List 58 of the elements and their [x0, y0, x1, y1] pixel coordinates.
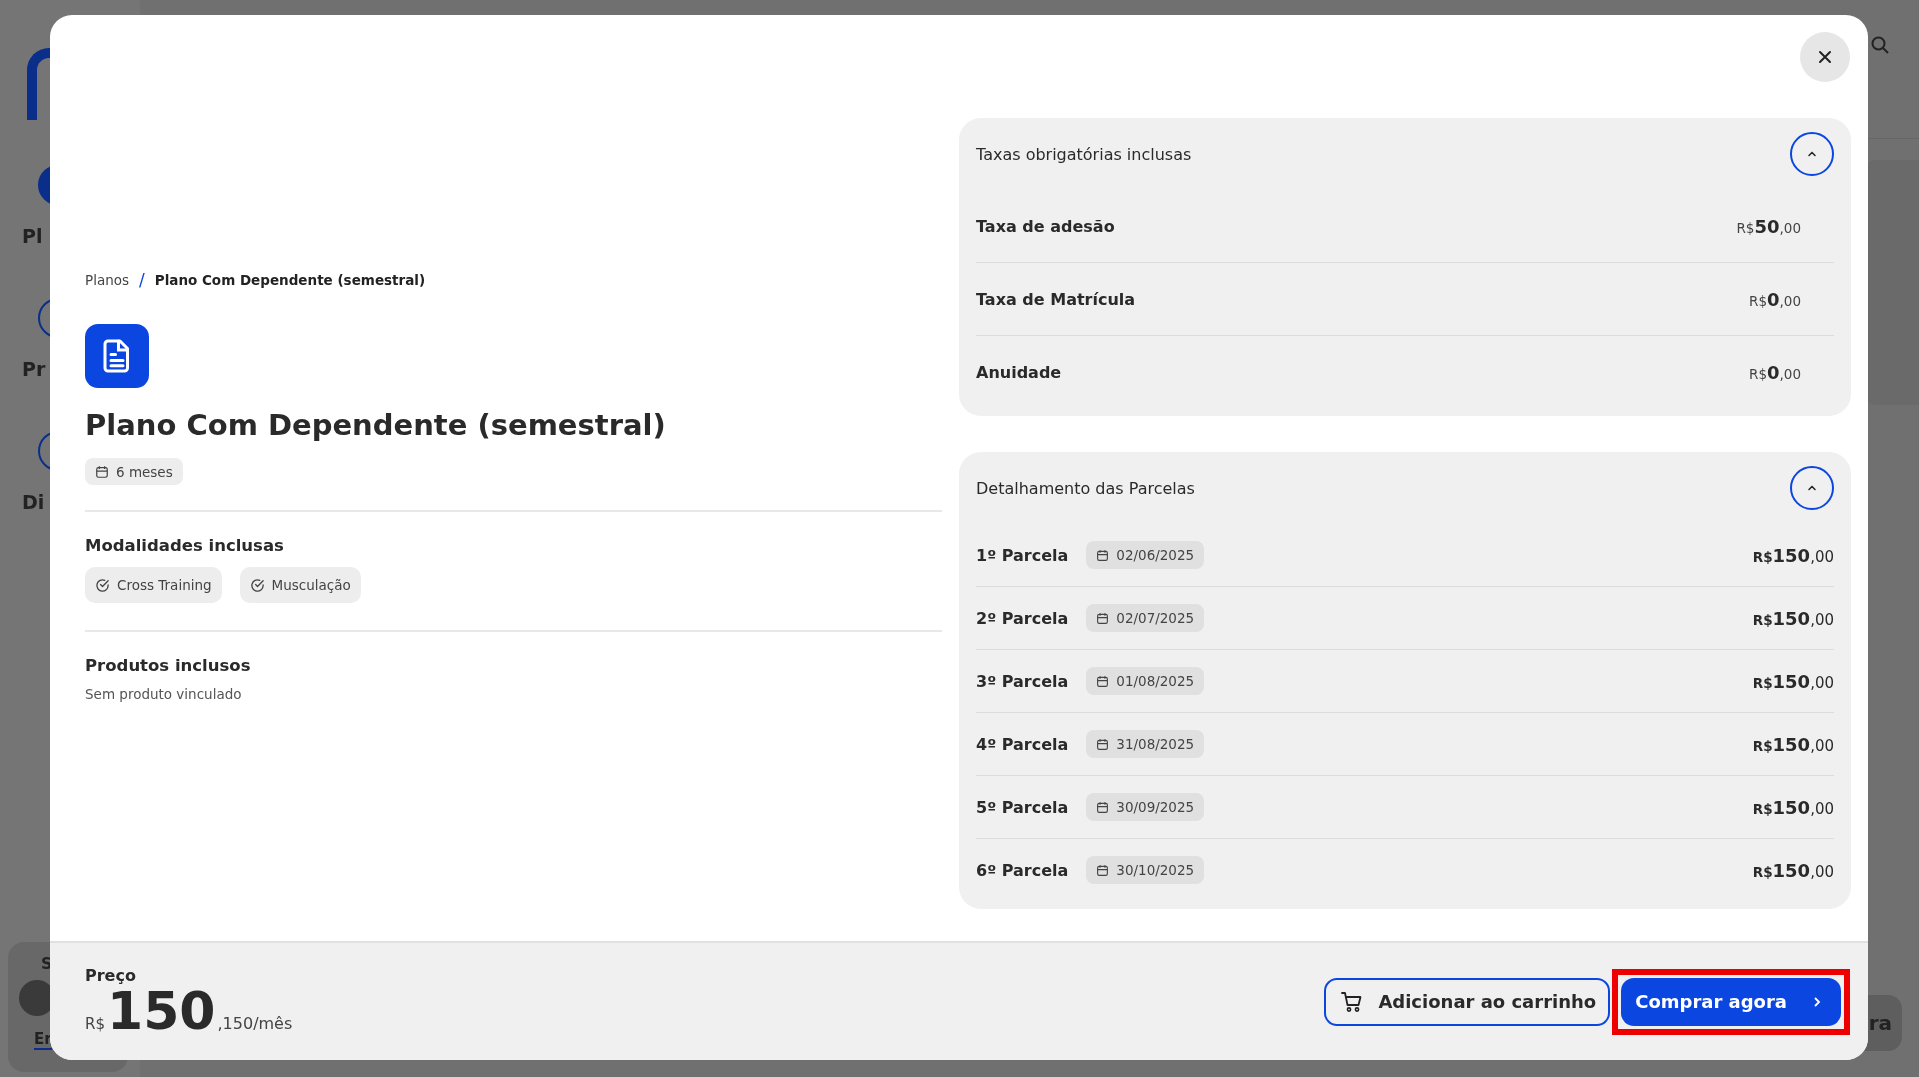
row-label: Taxa de Matrícula — [976, 289, 1136, 309]
row-label: 3º Parcela — [976, 671, 1069, 691]
search-icon[interactable] — [1870, 35, 1890, 55]
calendar-icon — [1096, 863, 1110, 877]
amount-text: R$150,00 — [1752, 544, 1834, 566]
calendar-icon — [1096, 548, 1110, 562]
close-icon — [1817, 49, 1833, 65]
amount-text: R$150,00 — [1752, 796, 1834, 818]
modality-name: Musculação — [271, 577, 351, 593]
document-icon — [85, 324, 149, 388]
row-label: 1º Parcela — [976, 545, 1069, 565]
empty-text: Sem produto vinculado — [85, 686, 242, 702]
modality-name: Cross Training — [117, 577, 212, 593]
calendar-icon — [95, 464, 109, 479]
amount-text: R$0,00 — [1749, 288, 1801, 310]
buy-now-button[interactable]: Comprar agora — [1621, 977, 1841, 1026]
calendar-icon — [1096, 800, 1110, 814]
duration-text: 6 meses — [116, 463, 173, 480]
row-label: 4º Parcela — [976, 734, 1069, 754]
amount-text: R$150,00 — [1752, 733, 1834, 755]
amount-text: R$0,00 — [1749, 361, 1801, 383]
date-text: 02/07/2025 — [1116, 610, 1195, 626]
add-to-cart-button[interactable]: Adicionar ao carrinho — [1324, 977, 1611, 1026]
amount-text: R$50,00 — [1736, 215, 1801, 237]
check-circle-icon — [95, 577, 110, 593]
section-title: Modalidades inclusas — [85, 536, 284, 555]
date-text: 30/09/2025 — [1116, 799, 1195, 815]
date-text: 02/06/2025 — [1116, 547, 1195, 563]
nav-label: Pr — [22, 358, 46, 380]
price-label: Preço — [85, 966, 136, 985]
nav-label: Pl — [22, 225, 43, 247]
breadcrumb-item: Plano Com Dependente (semestral) — [154, 272, 426, 288]
breadcrumb-separator: / — [139, 270, 145, 290]
collapse-button[interactable] — [1790, 466, 1834, 510]
check-circle-icon — [249, 577, 265, 593]
amount-text: R$150,00 — [1752, 670, 1834, 692]
row-label: 6º Parcela — [976, 860, 1069, 880]
date-text: 31/08/2025 — [1116, 736, 1195, 752]
row-label: Anuidade — [976, 362, 1062, 382]
nav-label: Di — [22, 491, 45, 513]
date-text: 30/10/2025 — [1116, 862, 1195, 878]
calendar-icon — [1096, 611, 1110, 625]
price-value: R$150,150/mês — [85, 985, 293, 1037]
panel-title: Taxas obrigatórias inclusas — [976, 144, 1192, 164]
breadcrumb-item[interactable]: Planos — [85, 272, 129, 288]
row-label: Taxa de adesão — [976, 216, 1115, 236]
row-label: 2º Parcela — [976, 608, 1069, 628]
calendar-icon — [1096, 737, 1110, 751]
section-title: Produtos inclusos — [85, 656, 251, 675]
collapse-button[interactable] — [1790, 132, 1834, 176]
amount-text: R$150,00 — [1752, 607, 1834, 629]
date-text: 01/08/2025 — [1116, 673, 1195, 689]
amount-text: R$150,00 — [1752, 859, 1834, 881]
close-button[interactable] — [1800, 32, 1850, 82]
calendar-icon — [1096, 674, 1110, 688]
plan-title: Plano Com Dependente (semestral) — [85, 408, 666, 442]
panel-title: Detalhamento das Parcelas — [976, 478, 1195, 498]
row-label: 5º Parcela — [976, 797, 1069, 817]
